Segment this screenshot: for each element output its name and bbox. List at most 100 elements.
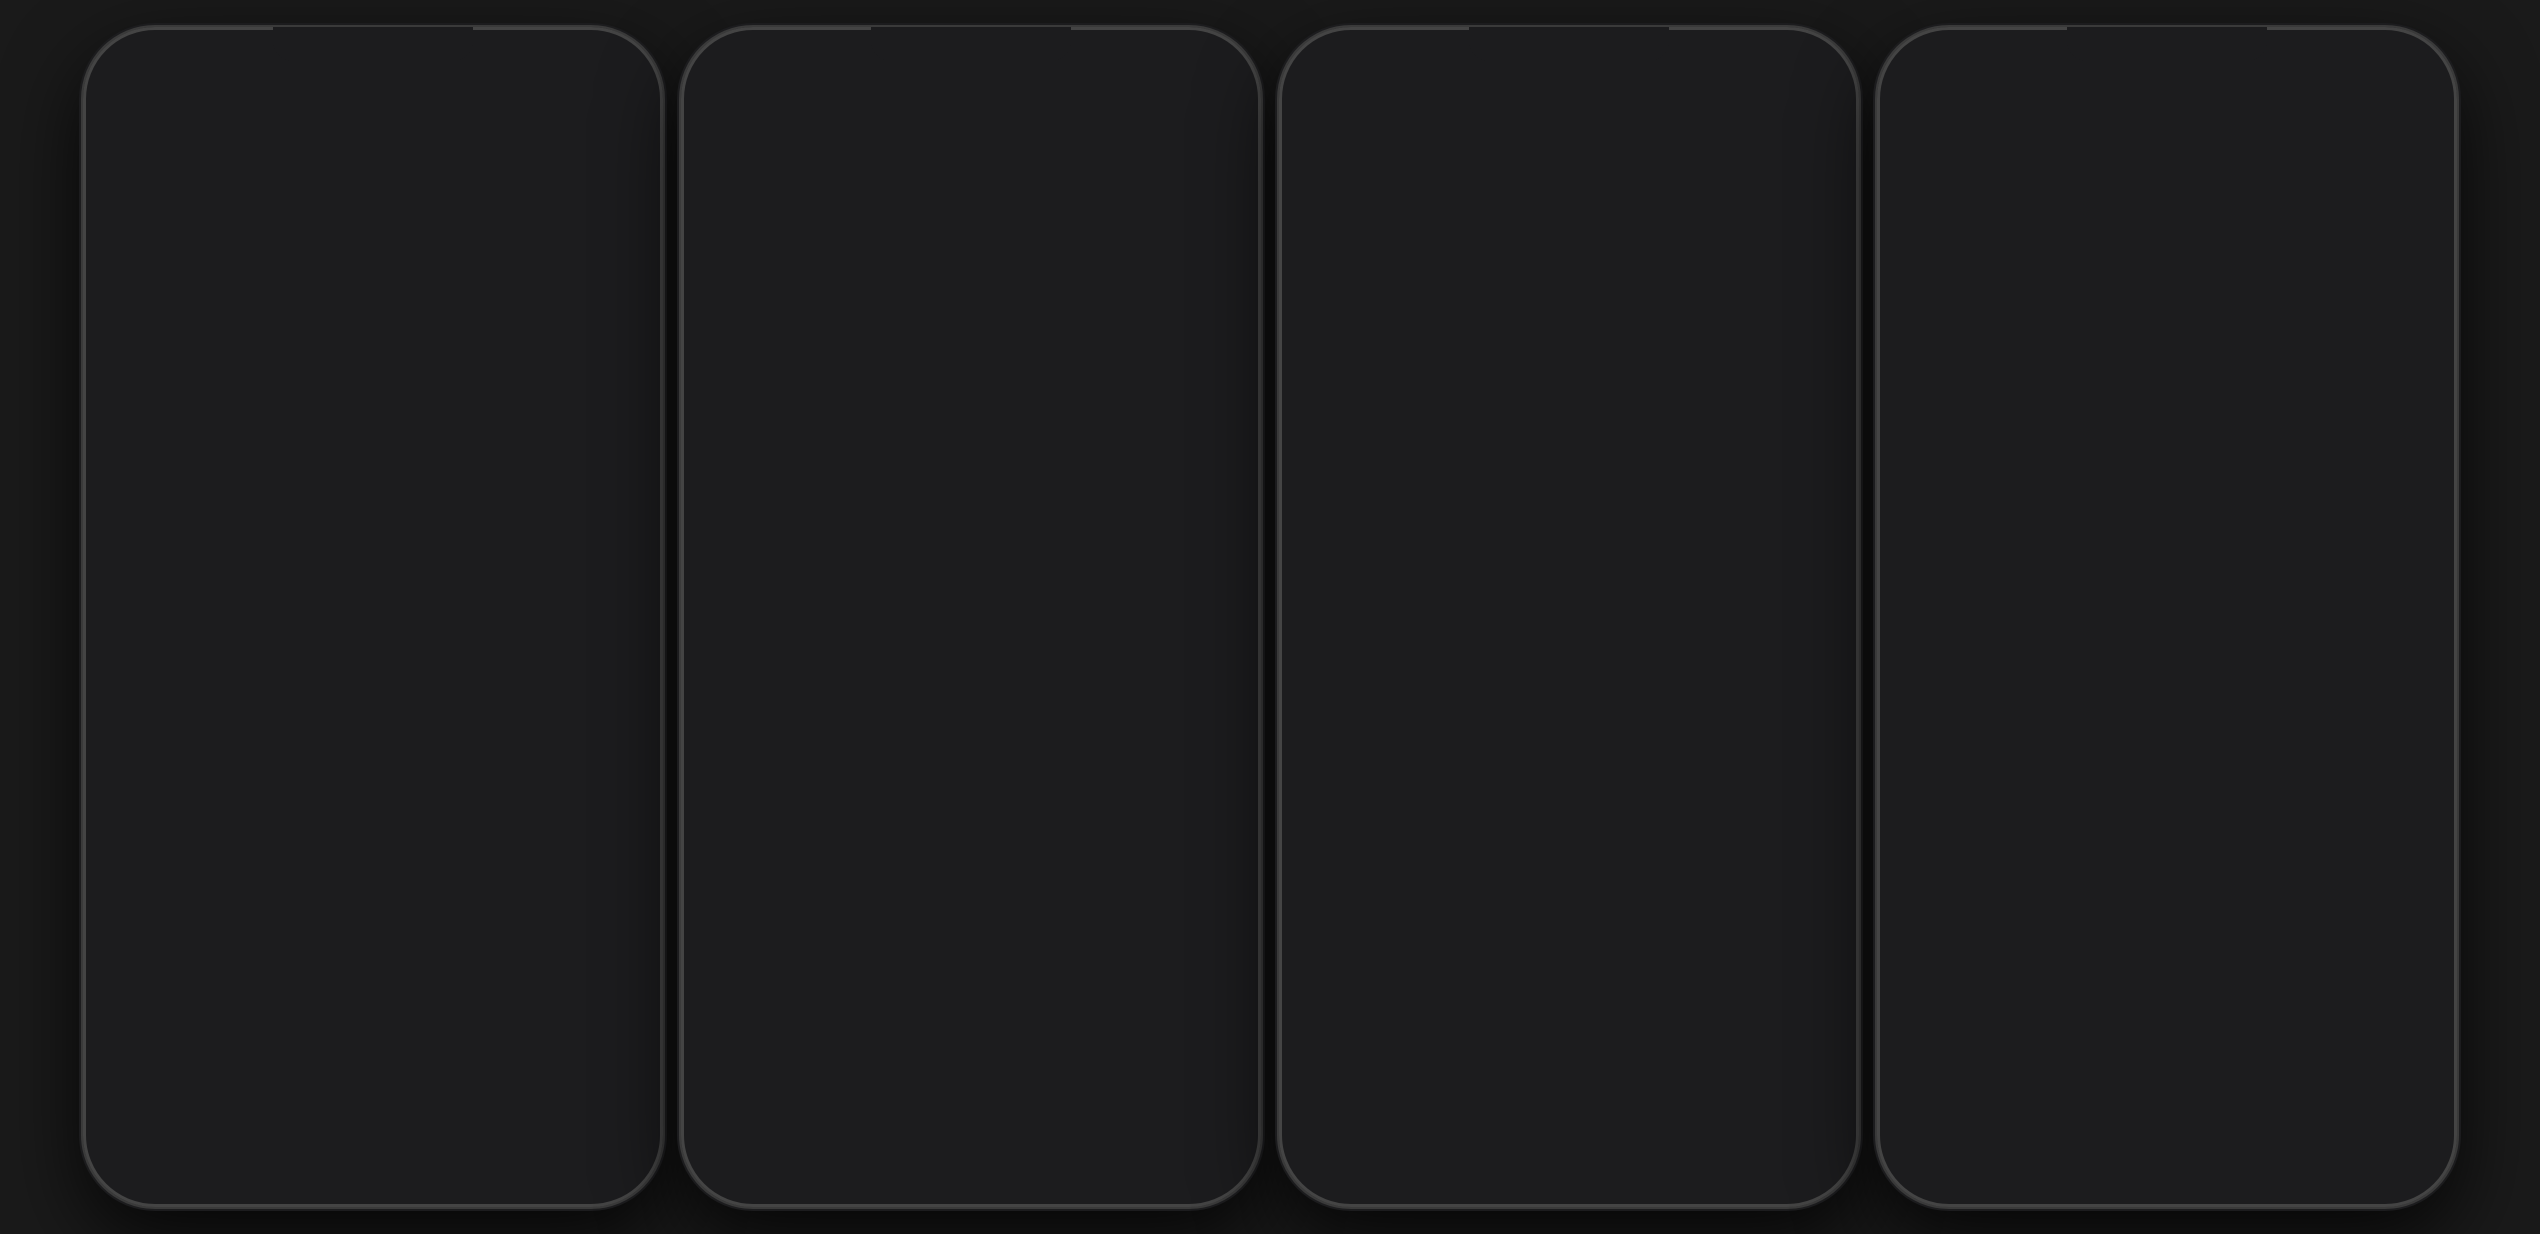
phone-3: 17:19 Details Done NAME — [1279, 27, 1859, 1207]
key-f[interactable]: F — [292, 1044, 342, 1088]
key-w[interactable]: W — [153, 995, 203, 1039]
key-l[interactable]: L — [572, 1044, 622, 1088]
img-tab-images-4[interactable]: Images — [1918, 301, 2167, 331]
key-o[interactable]: O — [543, 995, 593, 1039]
back-button[interactable]: ‹ — [107, 102, 113, 123]
group-avatar-4: 👤 👤 — [1913, 87, 1963, 137]
key-space[interactable]: space — [376, 1142, 426, 1186]
action-sheet-3: Leave this Conversation Cancel — [1307, 1044, 1831, 1159]
arrow-icon: › — [438, 106, 442, 120]
key-k[interactable]: K — [516, 1044, 566, 1088]
hide-alerts-toggle-4[interactable] — [2385, 219, 2433, 247]
leave-row-2[interactable]: Leave this Conversation — [689, 626, 1253, 672]
key-u[interactable]: U — [432, 995, 482, 1039]
key-e[interactable]: E — [209, 995, 259, 1039]
group-name-input-2[interactable] — [709, 169, 1233, 187]
wifi-icon-2 — [1178, 57, 1194, 69]
key-x[interactable]: X — [236, 1093, 286, 1137]
key-emoji-smiley[interactable]: ☺ — [320, 1142, 370, 1186]
messages-area: So, who here is excited for AirPower? 👻 … — [91, 150, 655, 879]
key-delete[interactable]: ⌫ — [572, 1093, 622, 1137]
sender-label-1: Patrick Campanale — [107, 325, 639, 339]
mic-icon[interactable]: 🎤 — [611, 890, 643, 922]
done-button-2[interactable]: Done — [1192, 88, 1233, 108]
add-contact-row-2[interactable]: + Add Contact — [689, 383, 1253, 440]
bubble-left-1: Don't remind me -_- — [145, 349, 305, 386]
emoji-5[interactable]: 🦊 — [277, 945, 315, 983]
key-m[interactable]: M — [516, 1093, 566, 1137]
status-time-2: 17:19 — [717, 53, 759, 73]
header-info[interactable]: 3 People › — [179, 104, 639, 120]
emoji-6[interactable]: 🧽 — [321, 945, 359, 983]
message-icon-chance[interactable] — [1140, 214, 1172, 246]
video-icon-michael[interactable] — [1092, 336, 1124, 368]
bubble-emoji-1: 🙌 — [145, 418, 195, 473]
name-input-row-2 — [689, 157, 1253, 200]
key-t[interactable]: T — [320, 995, 370, 1039]
key-row-4: 123 ☺ space return — [97, 1142, 649, 1186]
battery-icon-4 — [2396, 57, 2421, 69]
video-icon-patrick[interactable] — [1092, 275, 1124, 307]
share-location-link-4[interactable]: Share My Location — [1901, 179, 2433, 196]
leave-conv-4[interactable]: Leave this Conversation — [1901, 258, 2433, 292]
send-location-link-4[interactable]: Send My Current Location — [1901, 160, 2433, 177]
key-numbers[interactable]: 123 — [264, 1142, 314, 1186]
key-g[interactable]: G — [348, 1044, 398, 1088]
send-location-2[interactable]: Send My Current Location — [689, 457, 1253, 504]
header-info-4[interactable]: 3 People › — [1969, 104, 2433, 120]
key-r[interactable]: R — [264, 995, 314, 1039]
key-i[interactable]: I — [488, 995, 538, 1039]
key-return[interactable]: return — [432, 1142, 482, 1186]
input-bar: 📷 🅐 Message 🎤 — [91, 879, 655, 931]
hide-alerts-toggle-2[interactable] — [1185, 583, 1233, 611]
key-d[interactable]: D — [236, 1044, 286, 1088]
key-v[interactable]: V — [348, 1093, 398, 1137]
message-icon-michael[interactable] — [1140, 336, 1172, 368]
key-j[interactable]: J — [460, 1044, 510, 1088]
video-icon-chance[interactable] — [1092, 214, 1124, 246]
phone-icon-michael[interactable] — [1188, 336, 1220, 368]
attachments-tab-2[interactable]: Attachments — [971, 706, 1236, 743]
key-b[interactable]: B — [404, 1093, 454, 1137]
key-q[interactable]: Q — [97, 995, 147, 1039]
key-a[interactable]: A — [124, 1044, 174, 1088]
emoji-7[interactable]: 🟡 — [365, 945, 403, 983]
back-button-4[interactable]: ‹ — [1901, 102, 1907, 123]
contact-avatar-chance-2: 👤 — [705, 210, 745, 250]
key-z[interactable]: Z — [180, 1093, 230, 1137]
message-input[interactable]: Message — [183, 888, 603, 923]
small-avatar-2: 👤 — [107, 443, 137, 473]
small-avatar-1: 👤 — [107, 356, 137, 386]
system-msg-left-4: You left the conversation.Today 17:19 — [1901, 719, 2433, 755]
emoji-4[interactable]: 😍 — [233, 945, 271, 983]
status-bar-1: 17:19 — [91, 35, 655, 79]
phone-icon-chance[interactable] — [1188, 214, 1220, 246]
emoji-1[interactable]: 😊 — [101, 945, 139, 983]
key-shift[interactable]: ⇧ — [124, 1093, 174, 1137]
leave-conversation-action[interactable]: Leave this Conversation — [1307, 1044, 1831, 1098]
key-c[interactable]: C — [292, 1093, 342, 1137]
phone-icon-patrick[interactable] — [1188, 275, 1220, 307]
emoji-3[interactable]: 🎵 — [189, 945, 227, 983]
hide-alerts-row-4: Hide Alerts — [1901, 208, 2433, 258]
key-h[interactable]: H — [404, 1044, 454, 1088]
images-bar-wrap-2: Images Attachments — [689, 673, 1253, 760]
phone-1: 17:19 ‹ 👤 👤 — [83, 27, 663, 1207]
images-section-4: Images Attachments — [1901, 300, 2433, 332]
app-icon[interactable]: 🅐 — [143, 890, 175, 922]
img-tab-attachments-4[interactable]: Attachments — [2167, 301, 2416, 331]
share-location-2[interactable]: Share My Location — [689, 504, 1253, 551]
message-icon-patrick[interactable] — [1140, 275, 1172, 307]
key-s[interactable]: S — [180, 1044, 230, 1088]
alerts-section-2: Hide Alerts Leave this Conversation — [689, 568, 1253, 673]
status-icons-1 — [558, 57, 627, 69]
emoji-2[interactable]: 📋 — [145, 945, 183, 983]
key-y[interactable]: Y — [376, 995, 426, 1039]
contact-name-chance-2: Chance Miller — [757, 221, 1080, 239]
signal-icon — [558, 57, 574, 69]
camera-icon[interactable]: 📷 — [103, 890, 135, 922]
cancel-action[interactable]: Cancel — [1307, 1106, 1831, 1159]
key-n[interactable]: N — [460, 1093, 510, 1137]
key-p[interactable]: P — [599, 995, 649, 1039]
images-tab-2[interactable]: Images — [706, 706, 971, 743]
